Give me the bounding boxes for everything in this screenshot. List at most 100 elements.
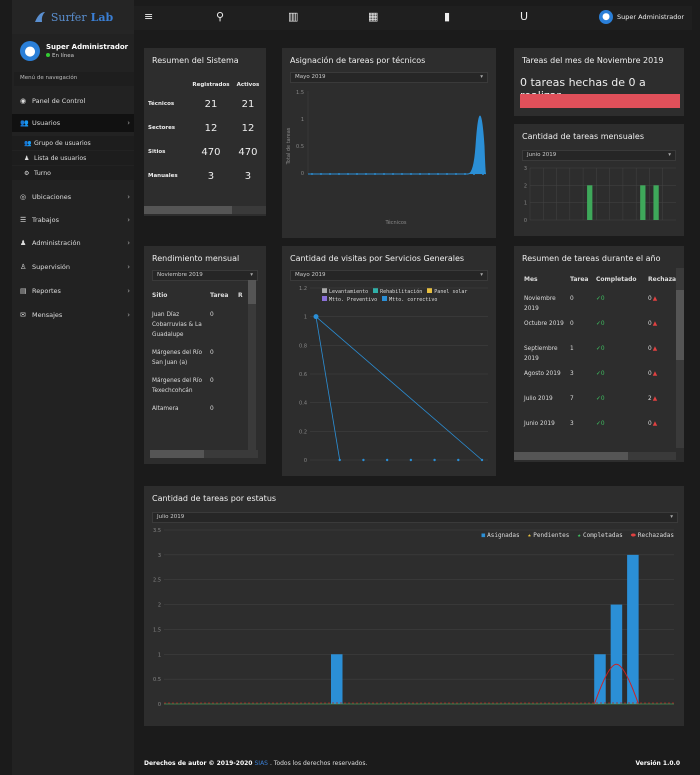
resumen-anio-header: Mes Tarea Completado Rechaza: [524, 276, 677, 283]
asignacion-chart: Total de tareas 1.5 1 0.5 0 Técnicos: [286, 90, 487, 226]
line-point: [464, 173, 466, 175]
rendimiento-sitio: Márgenes del Río Texechcohcán: [152, 378, 203, 394]
nav-item-label: Reportes: [32, 287, 61, 295]
nav-item-panel-de-control[interactable]: ◉ Panel de Control: [12, 92, 134, 110]
dashboard-icon: ◉: [20, 97, 27, 105]
map-icon[interactable]: ▥: [288, 10, 298, 23]
summary-title: Resumen del Sistema: [152, 56, 239, 65]
table-row: Noviembre 2019 0 ✓0 0▲: [524, 294, 680, 319]
table-row: Altamera 0: [152, 404, 252, 414]
warning-icon: ▲: [652, 296, 658, 302]
footer: Derechos de autor © 2019-2020 SIAS . Tod…: [134, 752, 692, 775]
resumen-tarea: 7: [570, 396, 574, 402]
admin-icon: ♟: [20, 239, 27, 247]
cantidad-mensual-select[interactable]: Junio 2019 ▾: [522, 150, 676, 161]
footer-link[interactable]: SIAS: [254, 760, 268, 767]
summary-activos: 12: [241, 122, 255, 134]
chevron-right-icon: ›: [127, 216, 130, 224]
resumen-anio-hscroll-thumb[interactable]: [514, 452, 628, 460]
table-row: Sitios 470 470: [148, 140, 262, 164]
rendimiento-scrollbar-thumb[interactable]: [248, 280, 256, 304]
line-point: [482, 173, 484, 175]
nav-item-label: Panel de Control: [32, 97, 86, 105]
summary-col-activos: Activos: [236, 82, 260, 88]
summary-panel: Resumen del Sistema Registrados Activos T…: [144, 48, 266, 216]
table-row: Manuales 3 3: [148, 164, 262, 188]
chevron-right-icon: ›: [127, 263, 130, 271]
location-icon[interactable]: ⚲: [216, 10, 224, 23]
nav-item-label: Ubicaciones: [32, 193, 72, 201]
magnet-icon[interactable]: Ս: [520, 10, 528, 23]
warning-icon: ▲: [652, 421, 658, 427]
rendimiento-hscroll-thumb[interactable]: [150, 450, 204, 458]
resumen-tarea: 3: [570, 371, 574, 377]
resumen-anio-title: Resumen de tareas durante el año: [522, 254, 661, 263]
rendimiento-sitio: Altamera: [152, 406, 179, 412]
bar-chart-icon[interactable]: ▮: [444, 10, 450, 23]
nav-item-trabajos[interactable]: ☰ Trabajos ›: [12, 211, 134, 229]
chevron-down-icon: ▾: [250, 272, 253, 278]
nav-item-administraci-n[interactable]: ♟ Administración ›: [12, 234, 134, 252]
sub-nav-label: Lista de usuarios: [34, 154, 87, 162]
summary-col-registrados: Registrados: [192, 82, 230, 88]
table-row: Juan Díaz Cobarruvias & La Guadalupe 0: [152, 310, 252, 340]
brand-logo[interactable]: Surfer Lab: [12, 0, 134, 34]
table-row: Agosto 2019 3 ✓0 0▲: [524, 369, 680, 394]
nav-item-supervisi-n[interactable]: ♙ Supervisión ›: [12, 258, 134, 276]
user-avatar-icon: ●: [599, 10, 613, 24]
chevron-right-icon: ›: [127, 119, 130, 127]
y-tick: 1: [301, 117, 304, 123]
y-tick: 1.5: [153, 627, 161, 633]
avatar: ●: [20, 41, 40, 61]
chevron-down-icon: ▾: [480, 74, 483, 80]
sub-nav-item[interactable]: 👥 Grupo de usuarios: [12, 136, 134, 150]
asignacion-title: Asignación de tareas por técnicos: [290, 56, 426, 65]
estatus-select[interactable]: Julio 2019 ▾: [152, 512, 678, 523]
sub-nav-item[interactable]: ♟ Lista de usuarios: [12, 151, 134, 165]
chevron-right-icon: ›: [127, 239, 130, 247]
nav-item-mensajes[interactable]: ✉ Mensajes ›: [12, 306, 134, 324]
line-point: [446, 173, 448, 175]
resumen-completado: ✓0: [596, 296, 605, 302]
bar: [627, 554, 639, 704]
user-icon: ♟: [24, 154, 30, 162]
summary-activos: 21: [241, 98, 255, 110]
messages-icon: ✉: [20, 311, 26, 319]
resumen-anio-scrollbar-thumb[interactable]: [676, 290, 684, 360]
line-point: [401, 173, 403, 175]
y-tick: 1: [304, 315, 307, 321]
summary-activos: 3: [244, 170, 252, 182]
line-point: [419, 173, 421, 175]
summary-scrollbar-thumb[interactable]: [144, 206, 232, 214]
nav-item-label: Trabajos: [32, 216, 59, 224]
visitas-select[interactable]: Mayo 2019 ▾: [290, 270, 488, 281]
chevron-right-icon: ›: [127, 311, 130, 319]
nav-item-ubicaciones[interactable]: ◎ Ubicaciones ›: [12, 188, 134, 206]
asignacion-month-select[interactable]: Mayo 2019 ▾: [290, 72, 488, 83]
resumen-mes: Septiembre 2019: [524, 346, 558, 362]
rendimiento-select[interactable]: Noviembre 2019 ▾: [152, 270, 258, 281]
y-tick: 1.2: [299, 286, 307, 292]
nav-header: Menú de navegación: [14, 72, 134, 86]
calendar-icon[interactable]: ▦: [368, 10, 378, 23]
footer-rights: . Todos los derechos reservados.: [269, 760, 368, 767]
brand-name-part2: Lab: [90, 10, 114, 24]
resumen-rechazo: 0▲: [648, 371, 658, 377]
y-tick: 1: [158, 652, 161, 658]
rendimiento-sitio: Márgenes del Río San Juan (a): [152, 350, 203, 366]
nav-item-reportes[interactable]: ▤ Reportes ›: [12, 282, 134, 300]
topbar: ≡ ⚲ ▥ ▦ ▮ Ս ● Super Administrador: [134, 6, 692, 30]
menu-toggle-icon[interactable]: ≡: [144, 10, 153, 23]
user-menu[interactable]: ● Super Administrador: [599, 10, 684, 24]
resumen-rechazo: 0▲: [648, 296, 658, 302]
rendimiento-scrollbar[interactable]: [248, 280, 256, 450]
estatus-panel: Cantidad de tareas por estatus Julio 201…: [144, 486, 684, 726]
y-tick: 1.5: [296, 90, 304, 96]
sub-nav-item[interactable]: ⚙ Turno: [12, 166, 134, 180]
line-point: [392, 173, 394, 175]
nav-item-usuarios[interactable]: 👥 Usuarios ›: [12, 114, 134, 132]
table-row: Julio 2019 7 ✓0 2▲: [524, 394, 680, 419]
estatus-title: Cantidad de tareas por estatus: [152, 494, 277, 503]
bar: [653, 185, 659, 220]
footer-copyright: Derechos de autor © 2019-2020: [144, 760, 253, 767]
